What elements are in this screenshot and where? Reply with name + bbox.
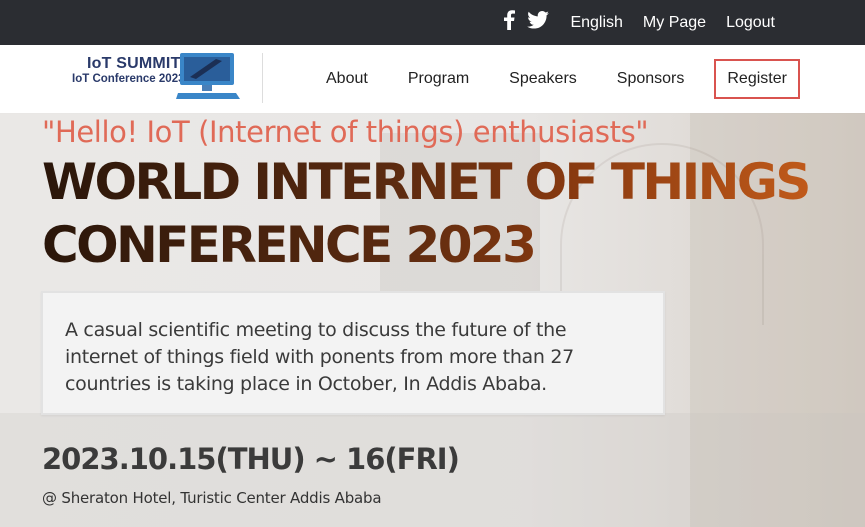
- logo[interactable]: IoT SUMMIT IoT Conference 2023: [60, 51, 240, 103]
- headline-line-2: CONFERENCE 2023: [42, 216, 535, 274]
- event-venue: @ Sheraton Hotel, Turistic Center Addis …: [42, 489, 382, 507]
- nav-item-about[interactable]: About: [306, 70, 388, 88]
- hero-headline: WORLD INTERNET OF THINGS CONFERENCE 2023: [42, 151, 809, 277]
- logo-subtitle: IoT Conference 2023: [72, 73, 185, 85]
- nav-item-speakers[interactable]: Speakers: [489, 70, 597, 88]
- top-utility-bar: English My Page Logout: [0, 0, 865, 45]
- facebook-icon[interactable]: [503, 10, 515, 30]
- headline-line-1: WORLD INTERNET OF THINGS: [42, 153, 809, 211]
- language-link[interactable]: English: [570, 14, 622, 32]
- register-button[interactable]: Register: [714, 59, 800, 99]
- twitter-icon[interactable]: [527, 11, 549, 29]
- nav-item-program[interactable]: Program: [388, 70, 489, 88]
- logout-link[interactable]: Logout: [726, 14, 775, 32]
- nav-menu: About Program Speakers Sponsors Register: [306, 45, 800, 113]
- utility-links: English My Page Logout: [570, 14, 775, 32]
- logo-title: IoT SUMMIT: [87, 55, 181, 72]
- computer-icon: [176, 53, 240, 99]
- hero-section: "Hello! IoT (Internet of things) enthusi…: [0, 113, 865, 527]
- social-links: [503, 10, 549, 30]
- nav-item-sponsors[interactable]: Sponsors: [597, 70, 705, 88]
- description-box: A casual scientific meeting to discuss t…: [41, 291, 665, 415]
- main-nav: IoT SUMMIT IoT Conference 2023 About Pro…: [0, 45, 865, 114]
- event-date: 2023.10.15(THU) ~ 16(FRI): [42, 442, 460, 476]
- mypage-link[interactable]: My Page: [643, 14, 706, 32]
- hero-tagline: "Hello! IoT (Internet of things) enthusi…: [42, 115, 649, 149]
- nav-divider: [262, 53, 263, 103]
- description-text: A casual scientific meeting to discuss t…: [65, 319, 574, 395]
